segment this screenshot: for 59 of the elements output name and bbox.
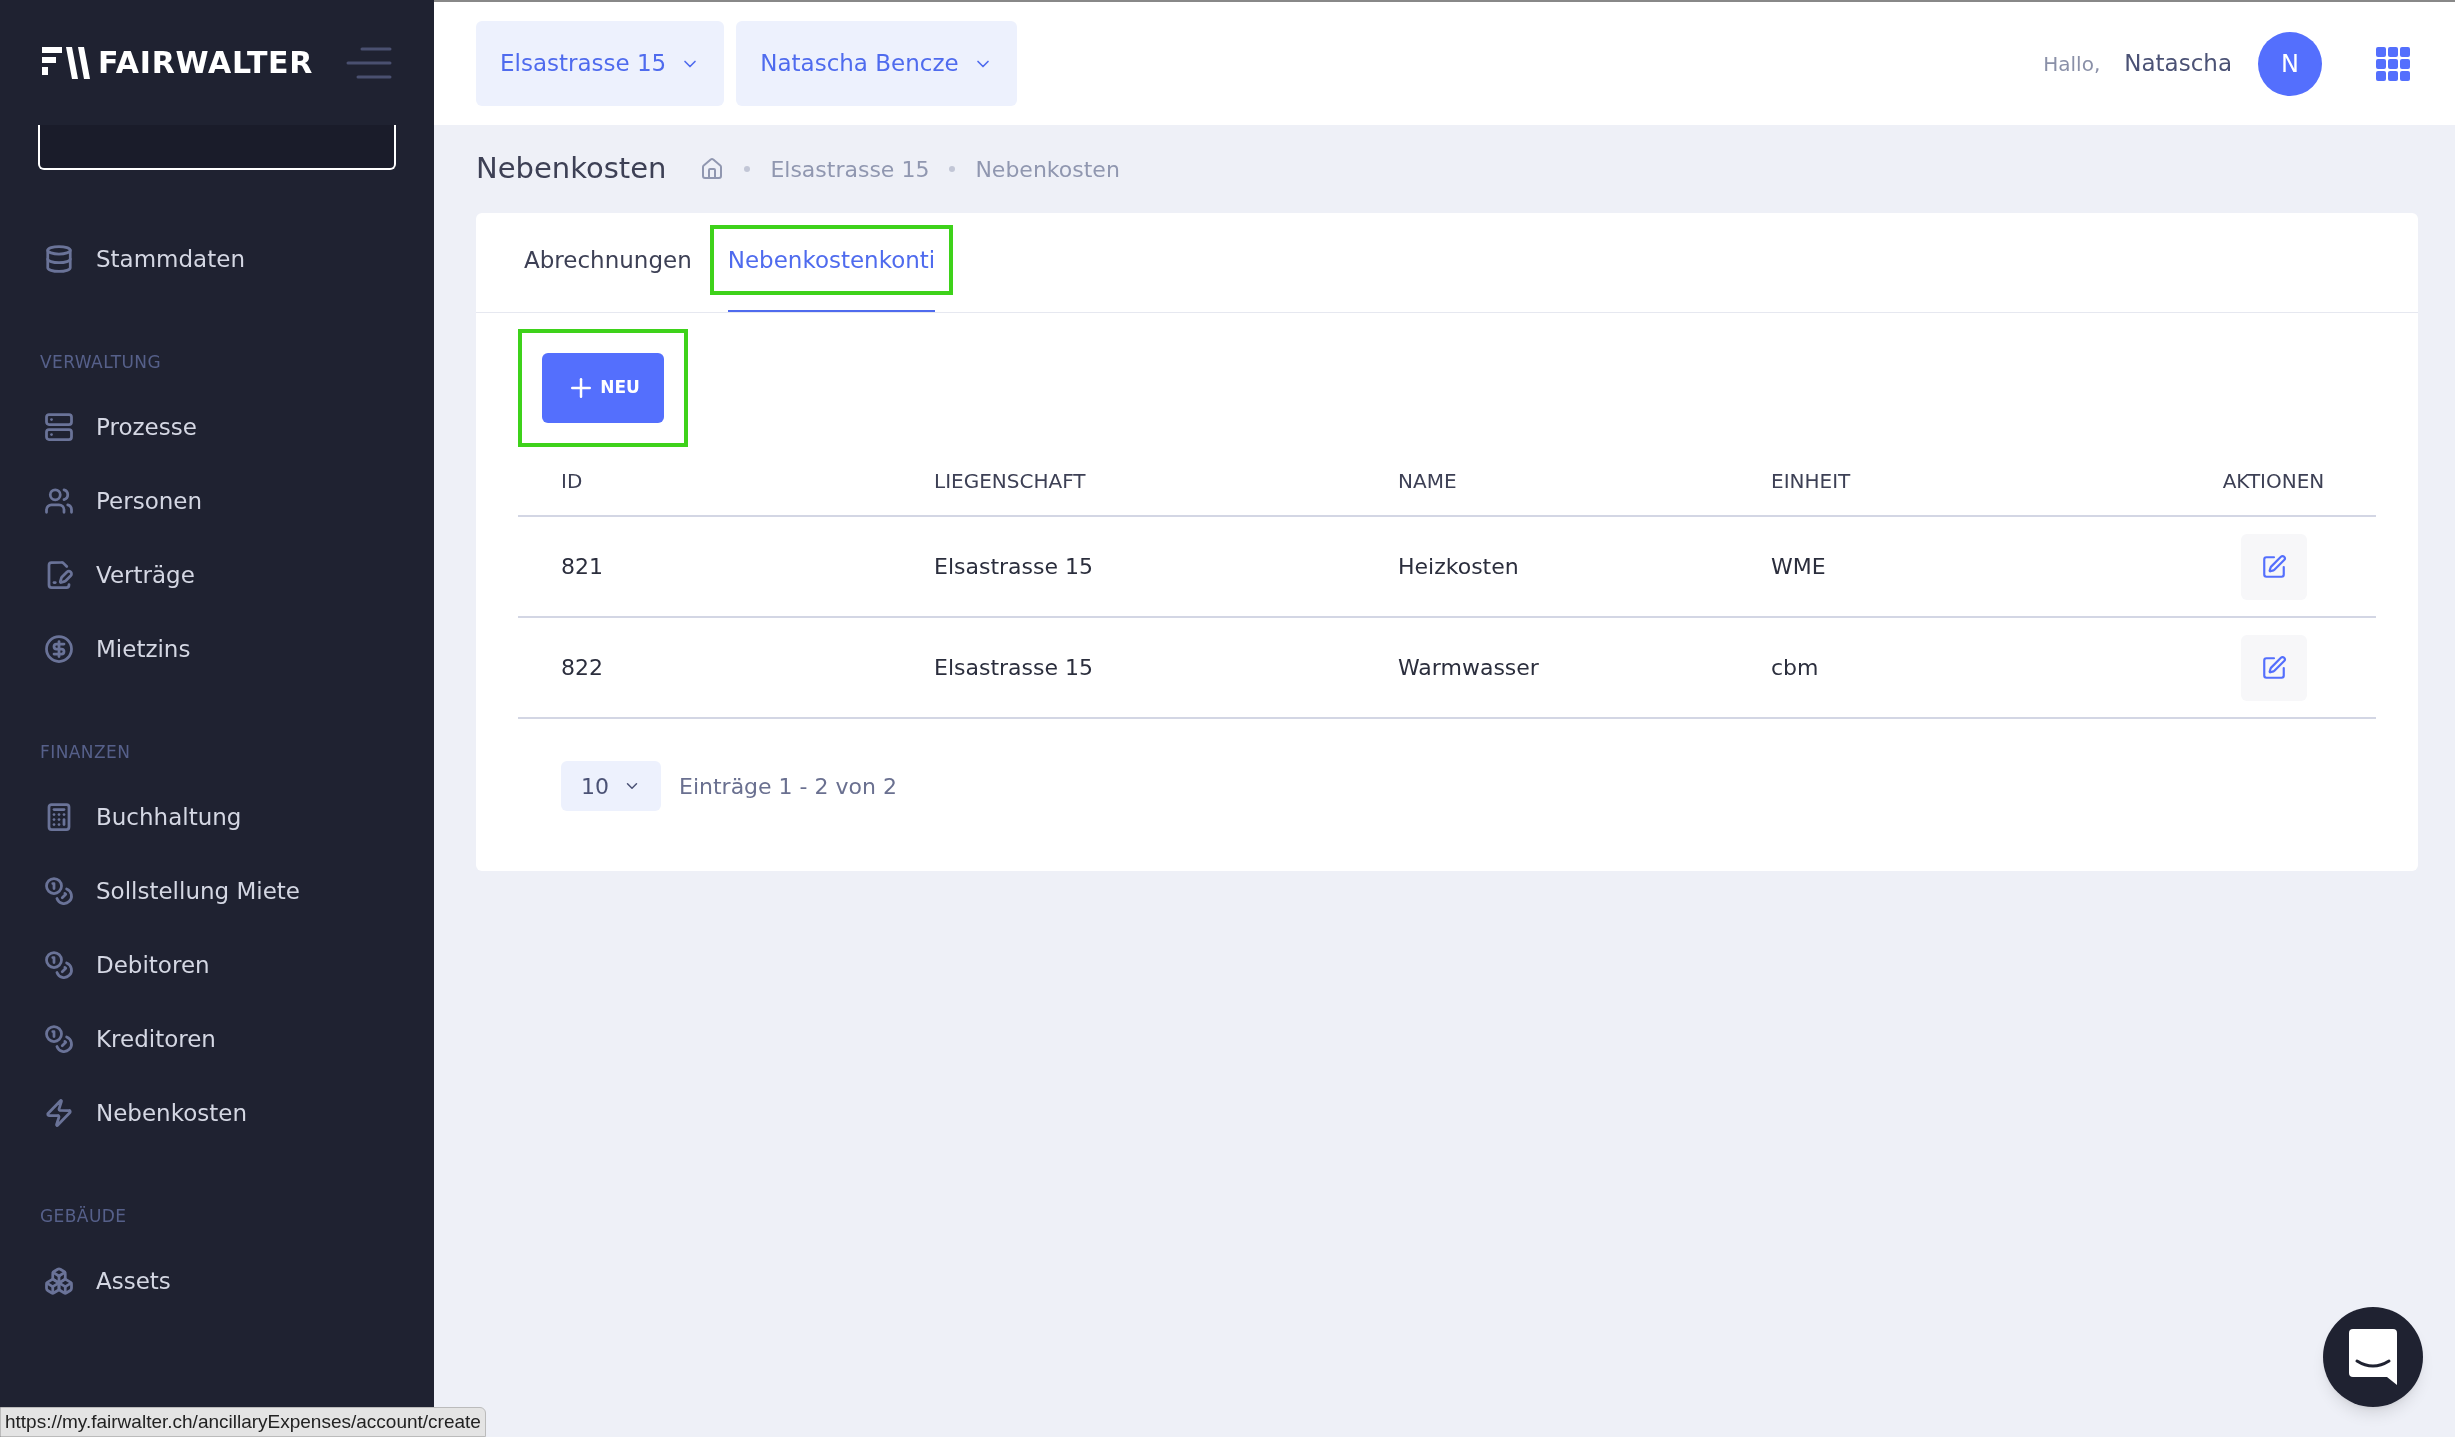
table-cell: 821 <box>561 554 603 579</box>
table-cell: Elsastrasse 15 <box>934 554 1094 579</box>
pagination-summary: Einträge 1 - 2 von 2 <box>679 772 897 801</box>
table-cell: 822 <box>561 655 603 680</box>
section-heading: GEBÄUDE <box>39 1205 128 1229</box>
logo-mark-icon <box>42 44 90 81</box>
table-cell: WME <box>1771 554 1826 579</box>
sidebar-item[interactable]: Buchhaltung <box>0 780 434 854</box>
edit-button[interactable] <box>2240 533 2307 600</box>
sidebar-item[interactable]: Debitoren <box>0 928 434 1002</box>
coins-icon <box>44 1024 74 1054</box>
sidebar-item[interactable]: Assets <box>0 1244 434 1318</box>
search-field[interactable] <box>38 125 396 170</box>
table-cell: Heizkosten <box>1398 554 1519 579</box>
tab[interactable]: Abrechnungen <box>524 242 692 278</box>
sidebar-item[interactable]: Kreditoren <box>0 1002 434 1076</box>
home-icon[interactable] <box>700 157 725 181</box>
sidebar-item[interactable]: Stammdaten <box>0 222 434 296</box>
chat-icon <box>2349 1329 2397 1385</box>
avatar[interactable]: N <box>2258 31 2322 96</box>
users-icon <box>44 486 74 516</box>
column-header: ID <box>561 469 583 493</box>
edit-icon <box>2260 654 2287 681</box>
page-title: Nebenkosten <box>476 150 667 188</box>
new-button[interactable]: NEU <box>542 353 664 423</box>
sidebar-item[interactable]: Mietzins <box>0 612 434 686</box>
logo-text: FAIRWALTER <box>98 44 314 82</box>
tab[interactable]: Nebenkostenkonti <box>727 242 936 278</box>
column-header: AKTIONEN <box>2222 468 2325 495</box>
menu-icon[interactable] <box>346 46 392 79</box>
coins-icon <box>44 876 74 906</box>
table-cell: cbm <box>1771 655 1819 680</box>
sidebar-item[interactable]: Sollstellung Miete <box>0 854 434 928</box>
page-size-select[interactable]: 10 <box>561 761 661 811</box>
section-heading: FINANZEN <box>39 741 132 765</box>
table-cell: Elsastrasse 15 <box>934 655 1094 680</box>
sidebar-item[interactable]: Personen <box>0 464 434 538</box>
edit-button[interactable] <box>2240 634 2307 701</box>
sidebar-item[interactable]: Nebenkosten <box>0 1076 434 1150</box>
status-url: https://my.fairwalter.ch/ancillaryExpenses/account/create <box>0 1407 486 1437</box>
column-header: EINHEIT <box>1771 469 1851 493</box>
sidebar-item[interactable]: Prozesse <box>0 390 434 464</box>
column-header: LIEGENSCHAFT <box>934 469 1086 493</box>
section-heading: VERWALTUNG <box>39 351 163 375</box>
greeting: Hallo, <box>2043 50 2101 78</box>
server-icon <box>44 412 74 442</box>
table-cell: Warmwasser <box>1398 655 1539 680</box>
selector-dropdown[interactable]: Natascha Bencze <box>736 21 1017 106</box>
boxes-icon <box>44 1266 74 1296</box>
selector-dropdown[interactable]: Elsastrasse 15 <box>476 21 725 106</box>
sidebar-item[interactable]: Verträge <box>0 538 434 612</box>
dollar-coin-icon <box>44 634 74 664</box>
column-header: NAME <box>1398 469 1457 493</box>
apps-grid-icon[interactable] <box>2376 46 2410 81</box>
user-name: Natascha <box>2124 49 2232 79</box>
database-icon <box>44 244 74 274</box>
lightning-icon <box>44 1098 74 1128</box>
coins-icon <box>44 950 74 980</box>
edit-icon <box>2260 553 2287 580</box>
